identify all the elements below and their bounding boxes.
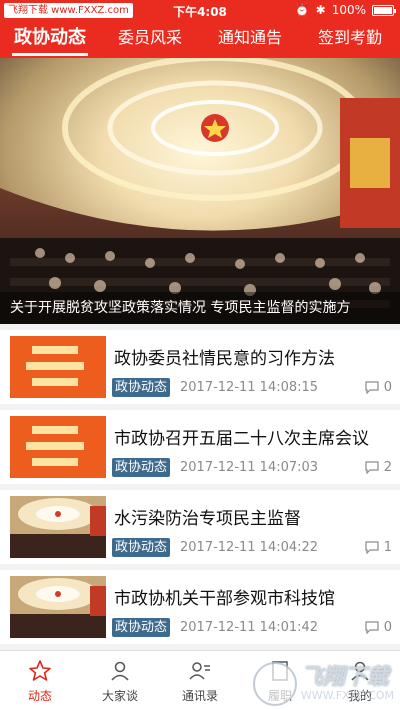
comment-count[interactable]: 2 xyxy=(365,460,392,475)
nav-news[interactable]: 动态 xyxy=(0,651,80,710)
news-time: 2017-12-11 14:08:15 xyxy=(180,380,319,395)
contacts-icon xyxy=(189,662,210,680)
nav-discussion[interactable]: 大家谈 xyxy=(80,651,160,710)
list-item[interactable]: 政协委员社情民意的习作方法 政协动态 2017-12-11 14:08:15 0 xyxy=(0,330,400,404)
news-thumbnail xyxy=(10,496,106,558)
comment-count[interactable]: 1 xyxy=(365,540,392,555)
site-watermark: 飞翔下载 WWW.FXXZ.COM xyxy=(252,662,394,706)
comment-number: 2 xyxy=(383,460,392,475)
category-tag: 政协动态 xyxy=(112,378,171,397)
category-tag: 政协动态 xyxy=(112,458,171,477)
tab-attendance[interactable]: 签到考勤 xyxy=(300,22,400,58)
hall-thumb xyxy=(10,496,106,558)
category-tag: 政协动态 xyxy=(112,618,171,637)
list-item[interactable]: 市政协召开五届二十八次主席会议 政协动态 2017-12-11 14:07:03… xyxy=(0,410,400,484)
comment-icon xyxy=(365,621,379,634)
banner-caption: 关于开展脱贫攻坚政策落实情况 专项民主监督的实施方 xyxy=(0,292,400,324)
comment-icon xyxy=(365,541,379,554)
watermark-text: 飞翔下载 xyxy=(300,664,389,690)
watermark-logo xyxy=(252,662,297,706)
nav-contacts[interactable]: 通讯录 xyxy=(160,651,240,710)
tab-news[interactable]: 政协动态 xyxy=(0,22,100,58)
news-title: 市政协召开五届二十八次主席会议 xyxy=(114,429,369,449)
star-icon xyxy=(29,660,51,681)
person-icon xyxy=(111,661,129,681)
status-right: ⏰ ✱ 100% xyxy=(294,3,396,17)
news-time: 2017-12-11 14:07:03 xyxy=(180,460,319,475)
battery-icon xyxy=(372,4,396,16)
alarm-icon: ⏰ xyxy=(294,3,310,17)
banner-carousel[interactable]: 关于开展脱贫攻坚政策落实情况 专项民主监督的实施方 xyxy=(0,58,400,324)
battery-percent: 100% xyxy=(331,3,366,17)
comment-count[interactable]: 0 xyxy=(365,380,392,395)
watermark-text-block: 飞翔下载 WWW.FXXZ.COM xyxy=(300,664,394,702)
news-thumbnail xyxy=(10,416,106,478)
news-title: 水污染防治专项民主监督 xyxy=(114,509,301,529)
tab-notices[interactable]: 通知通告 xyxy=(200,22,300,58)
watermark-url: WWW.FXXZ.COM xyxy=(300,688,394,702)
hall-thumb xyxy=(10,576,106,638)
news-title: 市政协机关干部参观市科技馆 xyxy=(114,589,335,609)
news-thumbnail xyxy=(10,576,106,638)
news-thumbnail xyxy=(10,336,106,398)
nav-label: 动态 xyxy=(27,689,52,703)
comment-icon xyxy=(365,381,379,394)
red-banner-thumb xyxy=(10,416,106,478)
comment-count[interactable]: 0 xyxy=(365,620,392,635)
comment-number: 1 xyxy=(383,540,392,555)
bluetooth-icon: ✱ xyxy=(315,3,326,17)
comment-icon xyxy=(365,461,379,474)
nav-label: 通讯录 xyxy=(181,689,218,703)
news-time: 2017-12-11 14:01:42 xyxy=(180,620,319,635)
red-banner-thumb xyxy=(10,336,106,398)
top-tab-bar: 政协动态 委员风采 通知通告 签到考勤 xyxy=(0,22,400,58)
app-screen: 飞翔下载 www.FXXZ.com 下午4:08 ⏰ ✱ 100% 政协动态 委… xyxy=(0,0,400,710)
comment-number: 0 xyxy=(383,380,392,395)
news-title: 政协委员社情民意的习作方法 xyxy=(114,349,335,369)
nav-label: 大家谈 xyxy=(101,689,138,703)
category-tag: 政协动态 xyxy=(112,538,171,557)
news-time: 2017-12-11 14:04:22 xyxy=(180,540,319,555)
status-bar: 飞翔下载 www.FXXZ.com 下午4:08 ⏰ ✱ 100% xyxy=(0,0,400,22)
list-item[interactable]: 水污染防治专项民主监督 政协动态 2017-12-11 14:04:22 1 xyxy=(0,490,400,564)
tab-members[interactable]: 委员风采 xyxy=(100,22,200,58)
comment-number: 0 xyxy=(383,620,392,635)
banner-image xyxy=(0,58,400,324)
list-item[interactable]: 市政协机关干部参观市科技馆 政协动态 2017-12-11 14:01:42 0 xyxy=(0,570,400,644)
